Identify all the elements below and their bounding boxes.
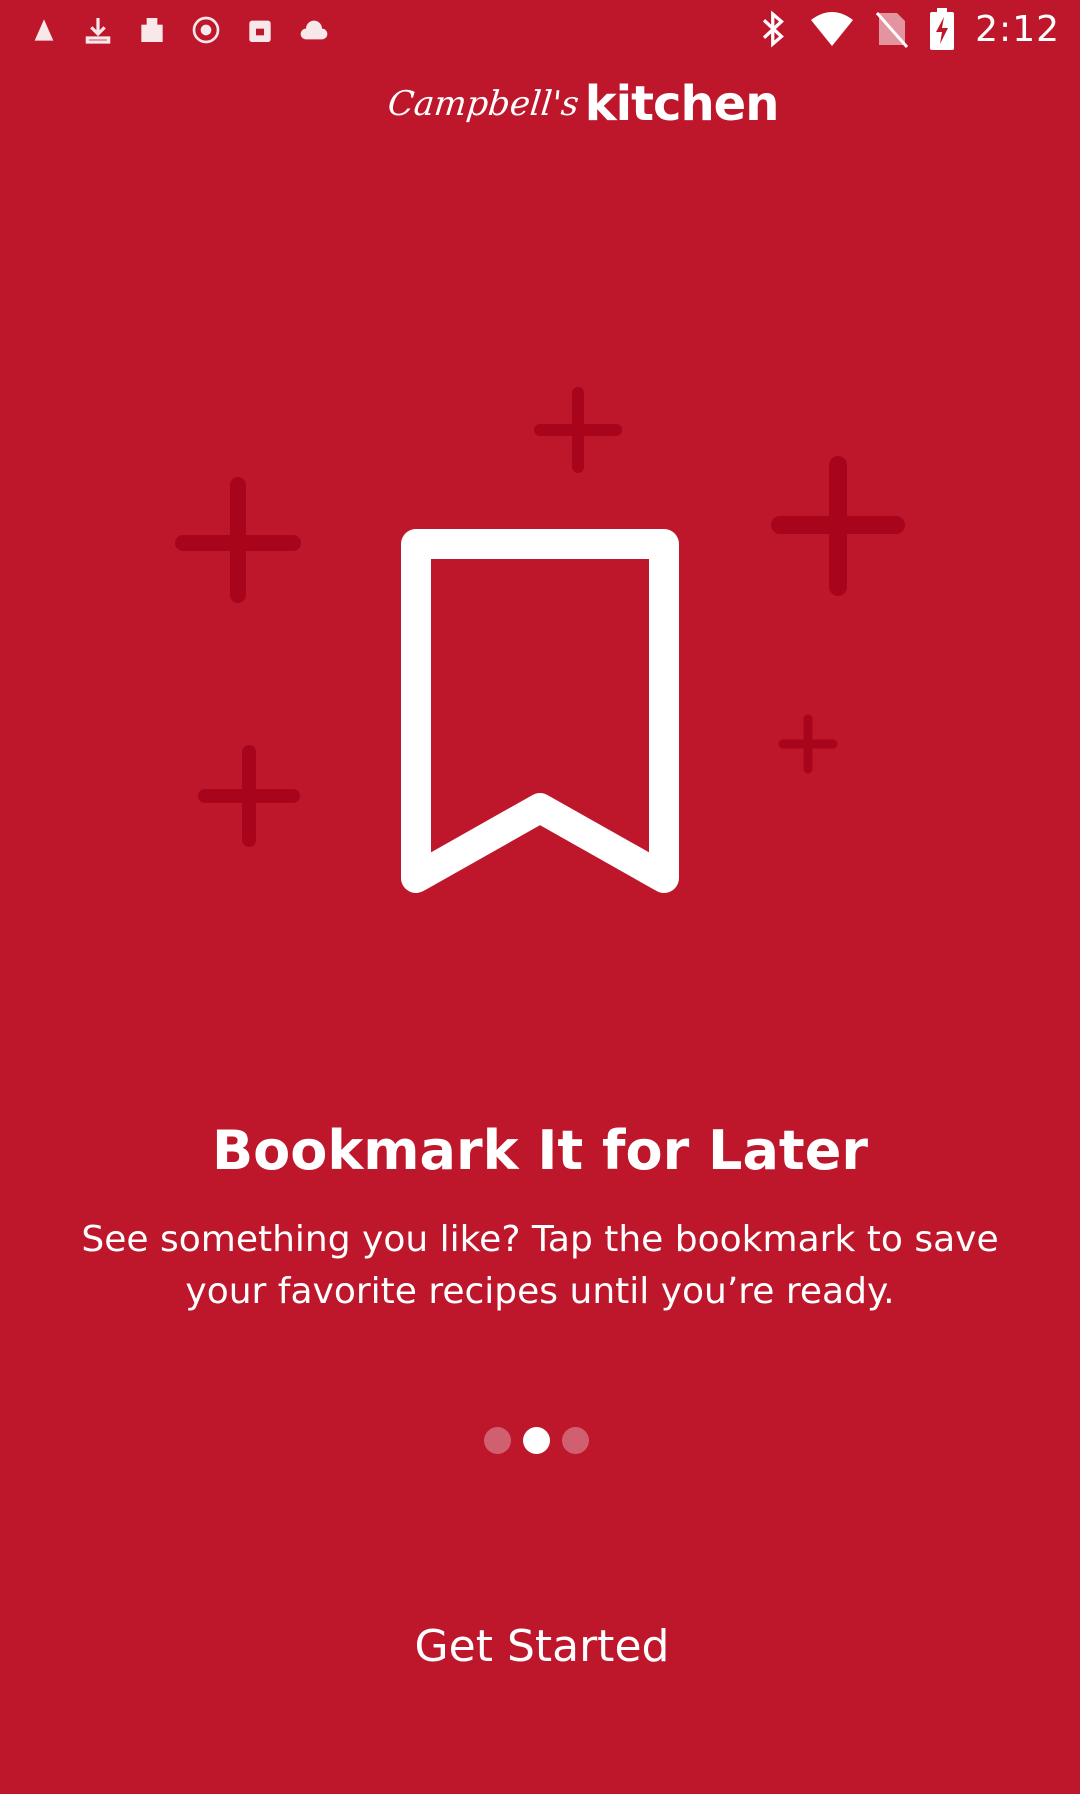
app-icon	[141, 18, 163, 42]
plus-icon	[778, 714, 838, 774]
page-dot-3[interactable]	[562, 1426, 589, 1454]
record-icon	[192, 16, 220, 44]
system-icons: 2:12	[759, 8, 1060, 50]
calendar-icon	[249, 20, 271, 42]
plus-icon	[198, 745, 300, 847]
get-started-label: Get Started	[414, 1620, 670, 1672]
bookmark-illustration-graphic	[175, 387, 905, 893]
plus-icon	[771, 456, 905, 596]
logo-brand: Campbell's	[385, 84, 581, 124]
bookmark-illustration	[168, 385, 908, 893]
onboarding-description: See something you like? Tap the bookmark…	[81, 1219, 999, 1312]
page-dot-2-active[interactable]	[523, 1426, 550, 1454]
logo-word: kitchen	[584, 76, 780, 132]
page-dot-1[interactable]	[484, 1426, 511, 1454]
battery-charging-icon	[930, 8, 955, 50]
campbells-kitchen-logo: Campbell's kitchen	[385, 78, 779, 130]
get-started-button[interactable]: Get Started	[10, 1572, 1074, 1720]
download-icon	[85, 18, 111, 44]
notification-icons	[28, 14, 330, 46]
status-bar: 2:12	[0, 0, 1080, 62]
bluetooth-icon	[763, 10, 785, 48]
plus-icon	[534, 387, 622, 473]
plus-icon-group	[175, 387, 905, 847]
bookmark-icon	[401, 529, 679, 893]
onboarding-title: Bookmark It for Later	[212, 1119, 868, 1182]
notification-icon	[34, 19, 54, 41]
no-sim-icon	[876, 12, 909, 48]
cloud-icon	[300, 20, 328, 40]
page-indicator[interactable]	[484, 1425, 589, 1455]
wifi-icon	[811, 12, 854, 46]
plus-icon	[175, 477, 301, 603]
status-time: 2:12	[975, 8, 1060, 50]
